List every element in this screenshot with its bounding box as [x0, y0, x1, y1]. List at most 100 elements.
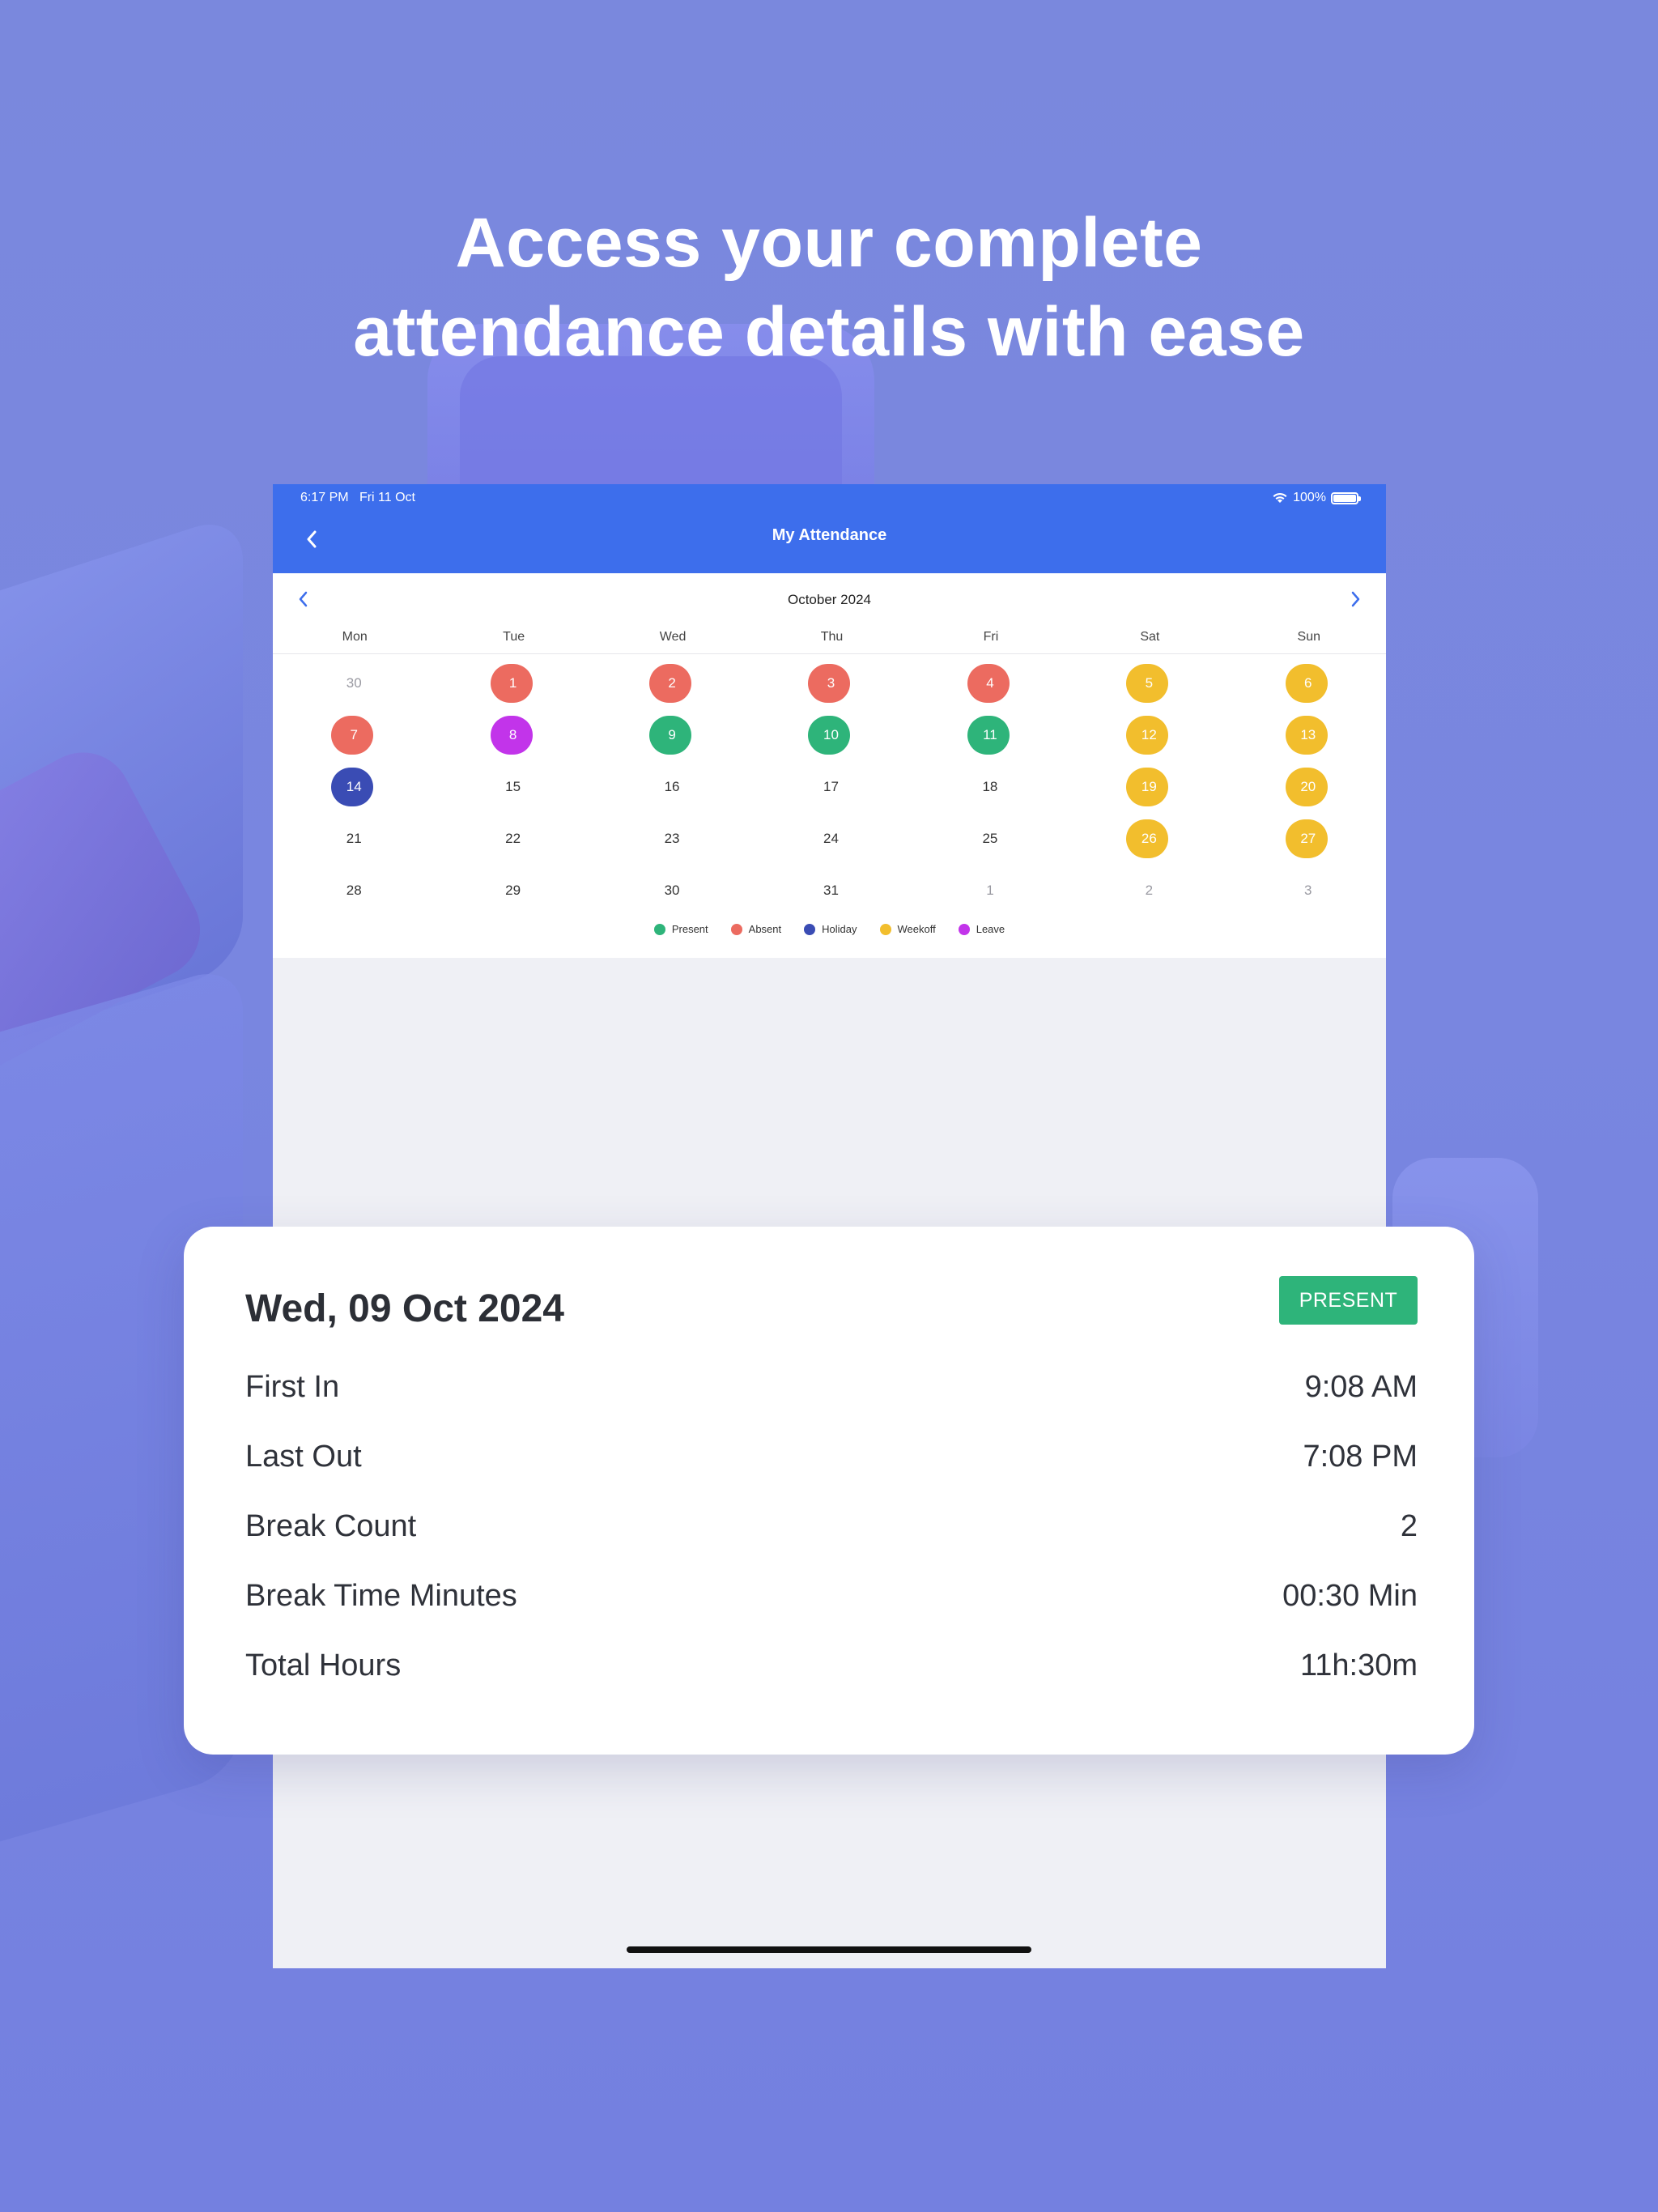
day-none[interactable]: 23: [649, 819, 691, 858]
day-weekoff[interactable]: 27: [1285, 819, 1328, 858]
day-weekoff[interactable]: 20: [1285, 768, 1328, 806]
calendar-day: 21: [273, 813, 432, 865]
calendar-day: 25: [909, 813, 1068, 865]
wifi-icon: [1273, 492, 1287, 503]
day-absent[interactable]: 1: [490, 664, 533, 703]
headline-line-1: Access your complete: [455, 204, 1203, 282]
calendar-days-grid: 30 1 2 3 4 5 6 7 8 9 10 11 12 13 14 15 16 17 18 19 20 21 22 23 2…: [273, 657, 1386, 917]
status-bar-right: 100%: [1272, 491, 1361, 505]
calendar-day: 13: [1227, 709, 1386, 761]
day-absent[interactable]: 2: [649, 664, 692, 703]
weekday-label: Thu: [820, 630, 844, 644]
day-weekoff[interactable]: 13: [1285, 716, 1328, 755]
calendar-day: 2: [1068, 865, 1226, 917]
calendar-day: 1: [909, 865, 1068, 917]
calendar-legend: Present Absent Holiday Weekoff Leave: [273, 923, 1386, 935]
day-none[interactable]: 30: [649, 871, 691, 910]
calendar-day: 6: [1227, 657, 1386, 709]
weekday-label: Wed: [659, 630, 687, 644]
day-none[interactable]: 18: [967, 768, 1010, 806]
detail-value: 11h:30m: [1299, 1648, 1418, 1682]
calendar-day: 12: [1068, 709, 1226, 761]
calendar-day: 18: [909, 761, 1068, 813]
calendar-day: 1: [432, 657, 590, 709]
day-weekoff[interactable]: 5: [1126, 664, 1169, 703]
day-present[interactable]: 11: [967, 716, 1010, 755]
status-time: 6:17 PM: [300, 491, 349, 504]
detail-label: Break Count: [245, 1508, 417, 1543]
day-none[interactable]: 28: [331, 871, 373, 910]
attendance-detail-card: Wed, 09 Oct 2024 PRESENT First In 9:08 AM…: [184, 1227, 1474, 1755]
weekday-label: Sat: [1140, 630, 1160, 644]
legend-item-leave: Leave: [958, 923, 1005, 935]
day-weekoff[interactable]: 19: [1126, 768, 1169, 806]
calendar-day: 4: [909, 657, 1068, 709]
day-none[interactable]: 25: [967, 819, 1010, 858]
detail-value: 9:08 AM: [1304, 1369, 1418, 1404]
day-holiday[interactable]: 14: [331, 768, 374, 806]
calendar-day: 26: [1068, 813, 1226, 865]
status-bar-left: 6:17 PM Fri 11 Oct: [300, 491, 415, 505]
day-present[interactable]: 9: [649, 716, 692, 755]
legend-dot: [958, 923, 970, 935]
day-none[interactable]: 31: [808, 871, 850, 910]
calendar-day: 17: [750, 761, 908, 813]
calendar-day: 30: [591, 865, 750, 917]
weekday-label: Sun: [1297, 630, 1321, 644]
legend-label: Holiday: [822, 923, 857, 935]
day-none[interactable]: 29: [491, 871, 533, 910]
day-weekoff[interactable]: 6: [1285, 664, 1328, 703]
day-outside[interactable]: 1: [967, 871, 1010, 910]
legend-dot: [653, 923, 665, 935]
day-none[interactable]: 15: [491, 768, 533, 806]
calendar-day: 30: [273, 657, 432, 709]
chevron-right-icon: [1351, 591, 1360, 607]
day-outside[interactable]: 3: [1286, 871, 1328, 910]
calendar-day: 8: [432, 709, 590, 761]
day-absent[interactable]: 4: [967, 664, 1010, 703]
weekday-header: Mon Tue Wed Thu Fri Sat Sun: [273, 630, 1386, 654]
legend-item-holiday: Holiday: [804, 923, 857, 935]
legend-label: Present: [671, 923, 708, 935]
background-shape: [460, 356, 842, 502]
calendar-day: 3: [750, 657, 908, 709]
legend-label: Leave: [976, 923, 1005, 935]
day-none[interactable]: 16: [649, 768, 691, 806]
legend-item-absent: Absent: [730, 923, 781, 935]
calendar-month-title: October 2024: [787, 592, 871, 607]
day-leave[interactable]: 8: [490, 716, 533, 755]
day-weekoff[interactable]: 12: [1126, 716, 1169, 755]
calendar-day: 5: [1068, 657, 1226, 709]
legend-dot: [879, 923, 891, 935]
day-none[interactable]: 24: [808, 819, 850, 858]
detail-label: Last Out: [245, 1439, 362, 1474]
day-absent[interactable]: 3: [808, 664, 851, 703]
day-none[interactable]: 21: [331, 819, 373, 858]
calendar-day: 7: [273, 709, 432, 761]
day-absent[interactable]: 7: [331, 716, 374, 755]
calendar-day: 23: [591, 813, 750, 865]
day-weekoff[interactable]: 26: [1126, 819, 1169, 858]
day-outside[interactable]: 2: [1126, 871, 1168, 910]
day-none[interactable]: 17: [808, 768, 850, 806]
detail-label: Total Hours: [245, 1648, 402, 1682]
calendar-day: 31: [750, 865, 908, 917]
next-month-button[interactable]: [1341, 585, 1370, 614]
detail-row: Total Hours 11h:30m: [245, 1631, 1418, 1700]
detail-label: First In: [245, 1369, 340, 1404]
calendar-day: 28: [273, 865, 432, 917]
calendar-day: 29: [432, 865, 590, 917]
home-indicator: [627, 1946, 1031, 1953]
day-none[interactable]: 22: [491, 819, 533, 858]
calendar-day: 16: [591, 761, 750, 813]
day-present[interactable]: 10: [808, 716, 851, 755]
legend-item-weekoff: Weekoff: [879, 923, 936, 935]
legend-dot: [804, 923, 816, 935]
headline: Access your complete attendance details …: [0, 198, 1658, 376]
status-date: Fri 11 Oct: [359, 491, 415, 504]
day-outside[interactable]: 30: [331, 664, 373, 703]
detail-rows: First In 9:08 AM Last Out 7:08 PM Break Coun…: [245, 1352, 1418, 1700]
page-title: My Attendance: [772, 526, 887, 544]
legend-dot: [730, 923, 742, 935]
calendar-day: 27: [1227, 813, 1386, 865]
